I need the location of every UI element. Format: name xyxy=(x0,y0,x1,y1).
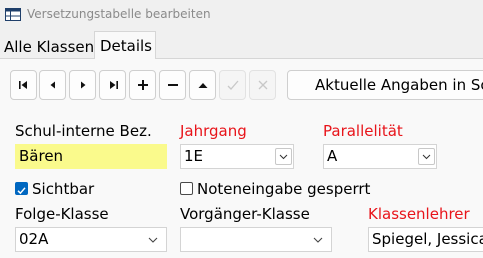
folge-klasse-value: 02A xyxy=(19,230,49,248)
cancel-button[interactable] xyxy=(249,70,276,100)
previous-record-icon xyxy=(50,81,55,89)
move-up-button[interactable] xyxy=(189,70,216,100)
confirm-button[interactable] xyxy=(219,70,246,100)
chevron-down-icon xyxy=(148,237,158,243)
last-record-button[interactable] xyxy=(99,70,126,100)
remove-icon xyxy=(167,84,178,86)
tab-alle-klassen[interactable]: Alle Klassen xyxy=(4,37,94,57)
jahrgang-combo[interactable]: 1E xyxy=(180,144,294,169)
first-record-button[interactable] xyxy=(10,70,37,100)
vorgaenger-klasse-label: Vorgänger-Klasse xyxy=(180,205,310,223)
add-record-button[interactable] xyxy=(129,70,156,100)
next-record-icon xyxy=(80,81,85,89)
parallelitaet-value: A xyxy=(327,147,338,165)
jahrgang-label: Jahrgang xyxy=(180,122,247,140)
chevron-down-icon xyxy=(422,154,431,159)
folge-klasse-label: Folge-Klasse xyxy=(15,205,109,223)
add-icon xyxy=(137,80,148,90)
confirm-icon xyxy=(227,80,238,90)
sichtbar-label: Sichtbar xyxy=(32,180,95,198)
vorgaenger-klasse-combo[interactable] xyxy=(180,227,332,252)
next-record-button[interactable] xyxy=(69,70,96,100)
klassenlehrer-combo[interactable]: Spiegel, Jessica xyxy=(368,227,483,252)
parallelitaet-dropdown-button[interactable] xyxy=(418,148,435,165)
klassenlehrer-label: Klassenlehrer xyxy=(368,205,470,223)
window-title: Versetzungstabelle bearbeiten xyxy=(27,7,211,21)
checkmark-icon xyxy=(17,187,26,195)
first-record-icon xyxy=(18,81,27,89)
table-app-icon xyxy=(5,8,21,21)
cancel-icon xyxy=(258,80,267,90)
folge-klasse-combo[interactable]: 02A xyxy=(15,227,167,252)
jahrgang-value: 1E xyxy=(184,147,204,165)
sichtbar-checkbox[interactable] xyxy=(15,182,28,195)
noteneingabe-gesperrt-checkbox[interactable] xyxy=(180,182,193,195)
chevron-down-icon xyxy=(313,237,323,243)
last-record-icon xyxy=(109,81,118,89)
schul-interne-bez-label: Schul-interne Bez. xyxy=(15,122,152,140)
schul-interne-bez-field[interactable]: Bären xyxy=(15,144,167,169)
up-icon xyxy=(198,83,207,88)
noteneingabe-gesperrt-label: Noteneingabe gesperrt xyxy=(197,180,371,198)
remove-record-button[interactable] xyxy=(159,70,186,100)
parallelitaet-combo[interactable]: A xyxy=(323,144,437,169)
tab-details[interactable]: Details xyxy=(94,31,156,59)
apply-current-values-button[interactable]: Aktuelle Angaben in Sch xyxy=(287,70,483,100)
chevron-down-icon xyxy=(279,154,288,159)
parallelitaet-label: Parallelität xyxy=(323,122,403,140)
jahrgang-dropdown-button[interactable] xyxy=(275,148,292,165)
previous-record-button[interactable] xyxy=(39,70,66,100)
